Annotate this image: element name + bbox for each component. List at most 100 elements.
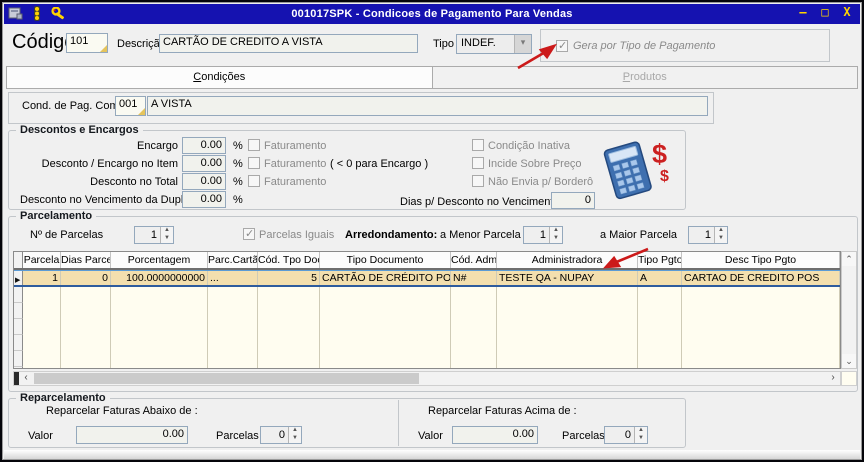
spin-up-icon[interactable] bbox=[289, 427, 301, 435]
grid-cell[interactable]: CARTAO DE CREDITO POS bbox=[682, 271, 840, 285]
grid-empty-cell bbox=[320, 303, 451, 319]
menor-parcela-spinner[interactable]: 1 bbox=[523, 226, 563, 244]
cond-pag-code-field[interactable]: 001 bbox=[115, 96, 146, 116]
spin-up-icon[interactable] bbox=[550, 227, 562, 235]
spin-down-icon[interactable] bbox=[550, 235, 562, 243]
form-icon[interactable] bbox=[8, 7, 23, 23]
grid-header-cell[interactable]: Porcentagem bbox=[111, 252, 208, 268]
row-marker-cell: ▶ bbox=[14, 271, 23, 285]
maior-parcela-label: a Maior Parcela bbox=[600, 229, 678, 241]
grid-scroll-corner bbox=[841, 371, 857, 386]
grid-empty-cell bbox=[320, 319, 451, 335]
wrench-icon[interactable] bbox=[51, 5, 66, 24]
grid-header-cell[interactable]: Dias Parcela bbox=[61, 252, 111, 268]
option-checkbox bbox=[472, 175, 484, 187]
grid-empty-cell bbox=[61, 287, 111, 303]
scroll-down-button[interactable]: ⌄ bbox=[842, 354, 856, 368]
grid-cell[interactable]: 1 bbox=[23, 271, 61, 285]
maximize-button[interactable]: □ bbox=[818, 5, 832, 19]
row-selector-cell bbox=[14, 287, 23, 303]
spin-down-icon[interactable] bbox=[715, 235, 727, 243]
percent-sign: % bbox=[233, 140, 243, 152]
spin-up-icon[interactable] bbox=[715, 227, 727, 235]
grid-cell[interactable]: N# bbox=[451, 271, 497, 285]
parcelas-abaixo-spinner[interactable]: 0 bbox=[260, 426, 302, 444]
codigo-field[interactable]: 101 bbox=[66, 33, 108, 53]
scroll-up-button[interactable]: ⌃ bbox=[842, 252, 856, 266]
valor-acima-field[interactable]: 0.00 bbox=[452, 426, 538, 444]
grid-cell[interactable]: A bbox=[638, 271, 682, 285]
percent-sign: % bbox=[233, 176, 243, 188]
grid-empty-cell bbox=[682, 303, 840, 319]
scroll-thumb[interactable] bbox=[34, 373, 419, 384]
spin-down-icon[interactable] bbox=[289, 435, 301, 443]
spin-up-icon[interactable] bbox=[635, 427, 647, 435]
grid-empty-cell bbox=[451, 319, 497, 335]
grid-cell[interactable]: 5 bbox=[258, 271, 320, 285]
desconto-value-field[interactable]: 0.00 bbox=[182, 137, 226, 154]
grid-empty-cell bbox=[497, 351, 638, 367]
desconto-value-field[interactable]: 0.00 bbox=[182, 191, 226, 208]
spin-up-icon[interactable] bbox=[161, 227, 173, 235]
grid-empty-cell bbox=[61, 335, 111, 351]
grid-horizontal-scrollbar[interactable]: ‹ › bbox=[13, 371, 841, 386]
tipo-combobox: INDEF. bbox=[456, 34, 532, 54]
grid-empty-cell bbox=[23, 287, 61, 303]
grid-empty-row bbox=[14, 367, 840, 368]
num-parcelas-spinner[interactable]: 1 bbox=[134, 226, 174, 244]
grid-header-cell[interactable]: Cód. Tpo Doc bbox=[258, 252, 320, 268]
minimize-button[interactable]: — bbox=[796, 5, 810, 19]
row-selector-cell bbox=[14, 319, 23, 335]
grid-empty-cell bbox=[320, 335, 451, 351]
grid-cell[interactable]: 0 bbox=[61, 271, 111, 285]
grid-selected-row[interactable]: ▶ 1 0 100.0000000000... 5 CARTÃO DE CRÉDITO P… bbox=[14, 270, 840, 287]
grid-empty-cell bbox=[682, 351, 840, 367]
reparcelar-abaixo-label: Reparcelar Faturas Abaixo de : bbox=[46, 405, 198, 417]
menor-parcela-label: a Menor Parcela bbox=[440, 229, 521, 241]
grid-header-cell[interactable]: Desc Tipo Pgto bbox=[682, 252, 840, 268]
cond-pag-desc-field[interactable]: A VISTA bbox=[147, 96, 708, 116]
maior-parcela-spinner[interactable]: 1 bbox=[688, 226, 728, 244]
grid-empty-cell bbox=[258, 303, 320, 319]
grid-empty-cell bbox=[208, 319, 258, 335]
spin-down-icon[interactable] bbox=[635, 435, 647, 443]
grid-header-cell[interactable]: Parcela bbox=[23, 252, 61, 268]
grid-selector-header bbox=[14, 252, 23, 268]
parcelas-grid: ParcelaDias ParcelaPorcentagemParc.Cartã… bbox=[13, 251, 841, 369]
close-button[interactable]: X bbox=[840, 5, 854, 19]
grid-empty-cell bbox=[638, 303, 682, 319]
grid-empty-cell bbox=[111, 335, 208, 351]
descricao-field[interactable]: CARTÃO DE CREDITO A VISTA bbox=[159, 34, 418, 53]
valor-abaixo-field[interactable]: 0.00 bbox=[76, 426, 188, 444]
field-grip-icon bbox=[100, 45, 107, 52]
grid-cell[interactable]: CARTÃO DE CRÉDITO POS bbox=[320, 271, 451, 285]
grid-header-cell[interactable]: Tipo Pgto bbox=[638, 252, 682, 268]
spin-down-icon[interactable] bbox=[161, 235, 173, 243]
grid-cell[interactable]: 100.0000000000 bbox=[111, 271, 208, 285]
grid-cell[interactable]: ... bbox=[208, 271, 258, 285]
desconto-value-field[interactable]: 0.00 bbox=[182, 155, 226, 172]
parcelas-acima-spinner[interactable]: 0 bbox=[604, 426, 648, 444]
scroll-right-button[interactable]: › bbox=[826, 372, 840, 385]
grid-cell[interactable]: TESTE QA - NUPAY bbox=[497, 271, 638, 285]
grid-empty-cell bbox=[23, 367, 61, 368]
grid-empty-row bbox=[14, 319, 840, 335]
desconto-value-field[interactable]: 0.00 bbox=[182, 173, 226, 190]
scroll-left-button[interactable]: ‹ bbox=[19, 372, 33, 385]
grid-header-cell[interactable]: Cód. Adm. bbox=[451, 252, 497, 268]
grid-header-cell[interactable]: Parc.Cartão bbox=[208, 252, 258, 268]
grid-empty-cell bbox=[208, 335, 258, 351]
arredondamento-label: Arredondamento: bbox=[345, 229, 438, 241]
traffic-light-icon[interactable] bbox=[32, 6, 42, 24]
tab-condicoes[interactable]: Condições bbox=[7, 67, 433, 88]
grid-header-cell[interactable]: Administradora bbox=[497, 252, 638, 268]
parcelas-acima-label: Parcelas bbox=[562, 430, 605, 442]
grid-empty-cell bbox=[23, 319, 61, 335]
grid-header-cell[interactable]: Tipo Documento bbox=[320, 252, 451, 268]
dias-desconto-field[interactable]: 0 bbox=[551, 192, 595, 209]
grid-vertical-scrollbar[interactable]: ⌃ ⌄ bbox=[841, 251, 857, 369]
valor-abaixo-label: Valor bbox=[28, 430, 53, 442]
grid-empty-cell bbox=[638, 335, 682, 351]
grid-empty-cell bbox=[638, 319, 682, 335]
parcelamento-title: Parcelamento bbox=[16, 210, 97, 222]
